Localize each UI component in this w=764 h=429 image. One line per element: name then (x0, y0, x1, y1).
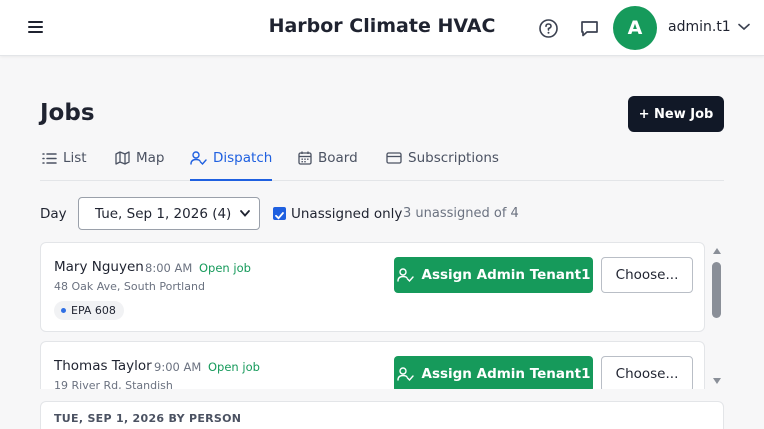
avatar[interactable]: A (613, 6, 657, 50)
tag-label: EPA 608 (71, 304, 116, 317)
tab-label: Board (318, 150, 358, 166)
chevron-down-icon (240, 210, 250, 217)
list-icon (42, 152, 57, 164)
by-person-panel: TUE, SEP 1, 2026 BY PERSON (40, 401, 724, 429)
hamburger-menu-icon[interactable] (26, 18, 46, 38)
job-time: 8:00 AM (145, 261, 193, 275)
tab-map[interactable]: Map (115, 144, 165, 180)
tab-subscriptions[interactable]: Subscriptions (386, 144, 499, 180)
job-address: 48 Oak Ave, South Portland (54, 280, 205, 293)
user-check-icon (396, 268, 414, 282)
job-address: 19 River Rd, Standish (54, 379, 173, 389)
assign-button[interactable]: Assign Admin Tenant1 (394, 257, 593, 293)
scrollbar-thumb[interactable] (712, 262, 721, 318)
choose-technician-button[interactable]: Choose... (601, 257, 693, 293)
tag-dot-icon (61, 308, 66, 313)
tab-list[interactable]: List (42, 144, 87, 180)
job-card: Thomas Taylor 9:00 AM Open job 19 River … (40, 341, 705, 389)
page-title: Jobs (40, 100, 95, 126)
tab-label: Subscriptions (408, 150, 499, 166)
calendar-icon (298, 151, 312, 165)
check-icon (275, 212, 284, 220)
view-tabs: List Map Dispatch Board Subscriptions (40, 144, 724, 181)
job-time: 9:00 AM (154, 360, 202, 374)
top-bar: Harbor Climate HVAC A admin.t1 (0, 0, 764, 56)
job-status: Open job (208, 360, 260, 374)
tab-label: List (63, 150, 87, 166)
unassigned-count: 3 unassigned of 4 (403, 206, 519, 221)
card-icon (386, 152, 402, 164)
by-person-title: TUE, SEP 1, 2026 BY PERSON (54, 412, 242, 425)
assign-button[interactable]: Assign Admin Tenant1 (394, 356, 593, 389)
dispatch-user-icon (190, 150, 207, 165)
customer-name: Thomas Taylor (54, 358, 152, 374)
day-select[interactable]: Tue, Sep 1, 2026 (4) (78, 197, 260, 230)
job-status: Open job (199, 261, 251, 275)
tab-board[interactable]: Board (298, 144, 358, 180)
day-label: Day (40, 206, 67, 222)
chevron-down-icon (737, 23, 750, 31)
job-card: Mary Nguyen 8:00 AM Open job 48 Oak Ave,… (40, 242, 705, 332)
unassigned-only-label[interactable]: Unassigned only (291, 206, 402, 222)
day-select-value: Tue, Sep 1, 2026 (4) (95, 205, 232, 222)
job-list: Mary Nguyen 8:00 AM Open job 48 Oak Ave,… (40, 242, 710, 389)
job-list-scrollbar[interactable] (710, 244, 724, 386)
user-menu[interactable]: admin.t1 (668, 19, 750, 35)
new-job-button[interactable]: + New Job (628, 96, 724, 132)
filter-row: Day Tue, Sep 1, 2026 (4) Unassigned only… (40, 197, 724, 231)
certification-tag: EPA 608 (54, 301, 124, 320)
scroll-down-arrow-icon[interactable] (713, 378, 721, 384)
customer-name: Mary Nguyen (54, 259, 144, 275)
user-check-icon (396, 367, 414, 381)
scroll-up-arrow-icon[interactable] (713, 248, 721, 254)
help-icon[interactable] (537, 17, 559, 39)
tab-dispatch[interactable]: Dispatch (190, 144, 273, 181)
choose-technician-button[interactable]: Choose... (601, 356, 693, 389)
tab-label: Dispatch (213, 149, 273, 166)
assign-button-label: Assign Admin Tenant1 (421, 267, 591, 283)
tab-label: Map (136, 150, 165, 166)
map-icon (115, 151, 130, 165)
unassigned-only-checkbox[interactable] (273, 207, 286, 220)
chat-icon[interactable] (578, 17, 600, 39)
assign-button-label: Assign Admin Tenant1 (421, 366, 591, 382)
username-label: admin.t1 (668, 19, 731, 35)
